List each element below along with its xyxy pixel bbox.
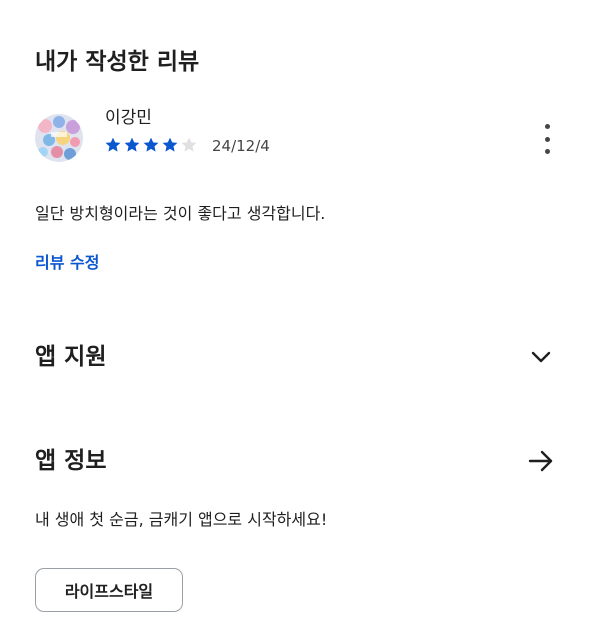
app-description: 내 생애 첫 순금, 금캐기 앱으로 시작하세요! xyxy=(35,510,328,529)
star-filled-icon xyxy=(161,136,179,154)
reviewer-avatar xyxy=(35,114,83,162)
more-vert-icon xyxy=(544,124,550,129)
chevron-down-icon xyxy=(531,351,551,363)
app-support-expand-button[interactable] xyxy=(528,344,554,370)
category-chip-lifestyle[interactable]: 라이프스타일 xyxy=(35,568,183,612)
review-date: 24/12/4 xyxy=(212,137,270,155)
app-info-title[interactable]: 앱 정보 xyxy=(35,450,107,473)
my-review-title: 내가 작성한 리뷰 xyxy=(35,49,200,75)
app-support-title[interactable]: 앱 지원 xyxy=(35,346,107,369)
star-filled-icon xyxy=(123,136,141,154)
more-vert-icon-dot-3 xyxy=(544,149,550,154)
star-filled-icon xyxy=(104,136,122,154)
arrow-right-icon xyxy=(528,450,553,472)
app-info-open-button[interactable] xyxy=(526,446,556,476)
more-options-button[interactable] xyxy=(536,124,558,154)
star-filled-icon xyxy=(142,136,160,154)
reviewer-name: 이강민 xyxy=(105,108,152,128)
star-rating xyxy=(104,136,199,154)
more-vert-icon-dot-2 xyxy=(544,136,550,142)
review-text: 일단 방치형이라는 것이 좋다고 생각합니다. xyxy=(35,204,326,223)
star-empty-icon xyxy=(180,136,198,154)
edit-review-link[interactable]: 리뷰 수정 xyxy=(35,255,99,271)
